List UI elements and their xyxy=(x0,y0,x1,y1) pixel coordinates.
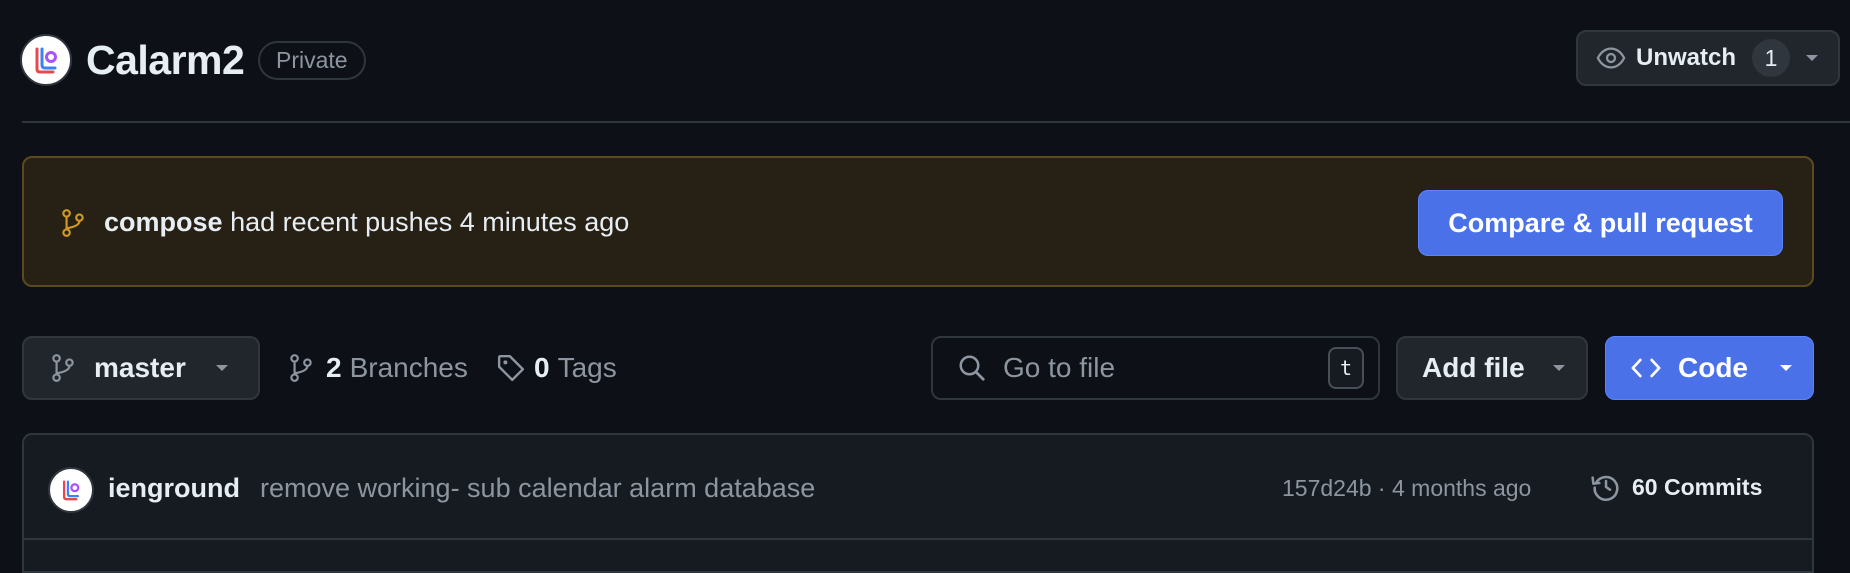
recent-push-message: compose had recent pushes 4 minutes ago xyxy=(104,202,629,242)
code-button[interactable]: Code xyxy=(1605,336,1814,400)
latest-commit-box: ienground remove working- sub calendar a… xyxy=(22,433,1814,573)
tags-link[interactable]: 0 Tags xyxy=(496,336,617,400)
branches-count: 2 xyxy=(326,352,342,383)
commits-history-link[interactable]: 60 Commits xyxy=(1590,463,1762,511)
tags-count: 0 xyxy=(534,352,550,383)
chevron-down-icon[interactable] xyxy=(1804,50,1820,66)
push-time-text: had recent pushes 4 minutes ago xyxy=(230,207,630,237)
compare-pull-request-button[interactable]: Compare & pull request xyxy=(1418,190,1783,256)
repo-title[interactable]: Calarm2 xyxy=(86,32,245,88)
visibility-badge: Private xyxy=(258,41,366,80)
branches-label: Branches xyxy=(349,352,468,383)
commit-hash-and-time[interactable]: 157d24b · 4 months ago xyxy=(1282,471,1531,505)
unwatch-label: Unwatch xyxy=(1636,44,1737,71)
commit-box-divider xyxy=(24,538,1812,540)
current-branch-name: master xyxy=(94,352,186,383)
header-divider xyxy=(22,121,1850,123)
git-branch-icon xyxy=(62,209,84,237)
watchers-count: 1 xyxy=(1752,39,1791,77)
search-placeholder: Go to file xyxy=(1003,352,1116,383)
git-branch-icon xyxy=(52,354,74,382)
branches-link[interactable]: 2 Branches xyxy=(288,336,468,400)
tags-label: Tags xyxy=(557,352,617,383)
eye-icon xyxy=(1596,47,1626,69)
commit-author[interactable]: ienground xyxy=(108,469,240,507)
calarm-logo-icon xyxy=(35,47,57,74)
commit-message[interactable]: remove working- sub calendar alarm datab… xyxy=(260,469,815,507)
chevron-down-icon xyxy=(1780,365,1792,371)
git-branch-icon xyxy=(290,354,312,382)
keyboard-shortcut-hint: t xyxy=(1328,347,1364,389)
code-label: Code xyxy=(1678,352,1748,383)
tag-icon xyxy=(497,354,525,382)
pushed-branch-name[interactable]: compose xyxy=(104,207,223,237)
chevron-down-icon xyxy=(1552,365,1565,371)
add-file-label: Add file xyxy=(1422,352,1525,383)
unwatch-button[interactable]: Unwatch 1 xyxy=(1576,30,1840,86)
code-brackets-icon xyxy=(1631,358,1661,378)
history-icon xyxy=(1591,475,1619,501)
add-file-button[interactable]: Add file xyxy=(1396,336,1588,400)
repo-owner-avatar[interactable] xyxy=(20,34,72,86)
chevron-down-icon xyxy=(215,365,228,371)
search-icon xyxy=(959,355,985,381)
avatar[interactable] xyxy=(48,467,94,513)
commits-count-label: 60 Commits xyxy=(1632,473,1763,500)
calarm-logo-icon xyxy=(62,480,80,501)
branch-selector[interactable]: master xyxy=(22,336,260,400)
recent-push-banner: compose had recent pushes 4 minutes ago … xyxy=(22,156,1814,287)
go-to-file-input[interactable]: Go to file t xyxy=(931,336,1380,400)
